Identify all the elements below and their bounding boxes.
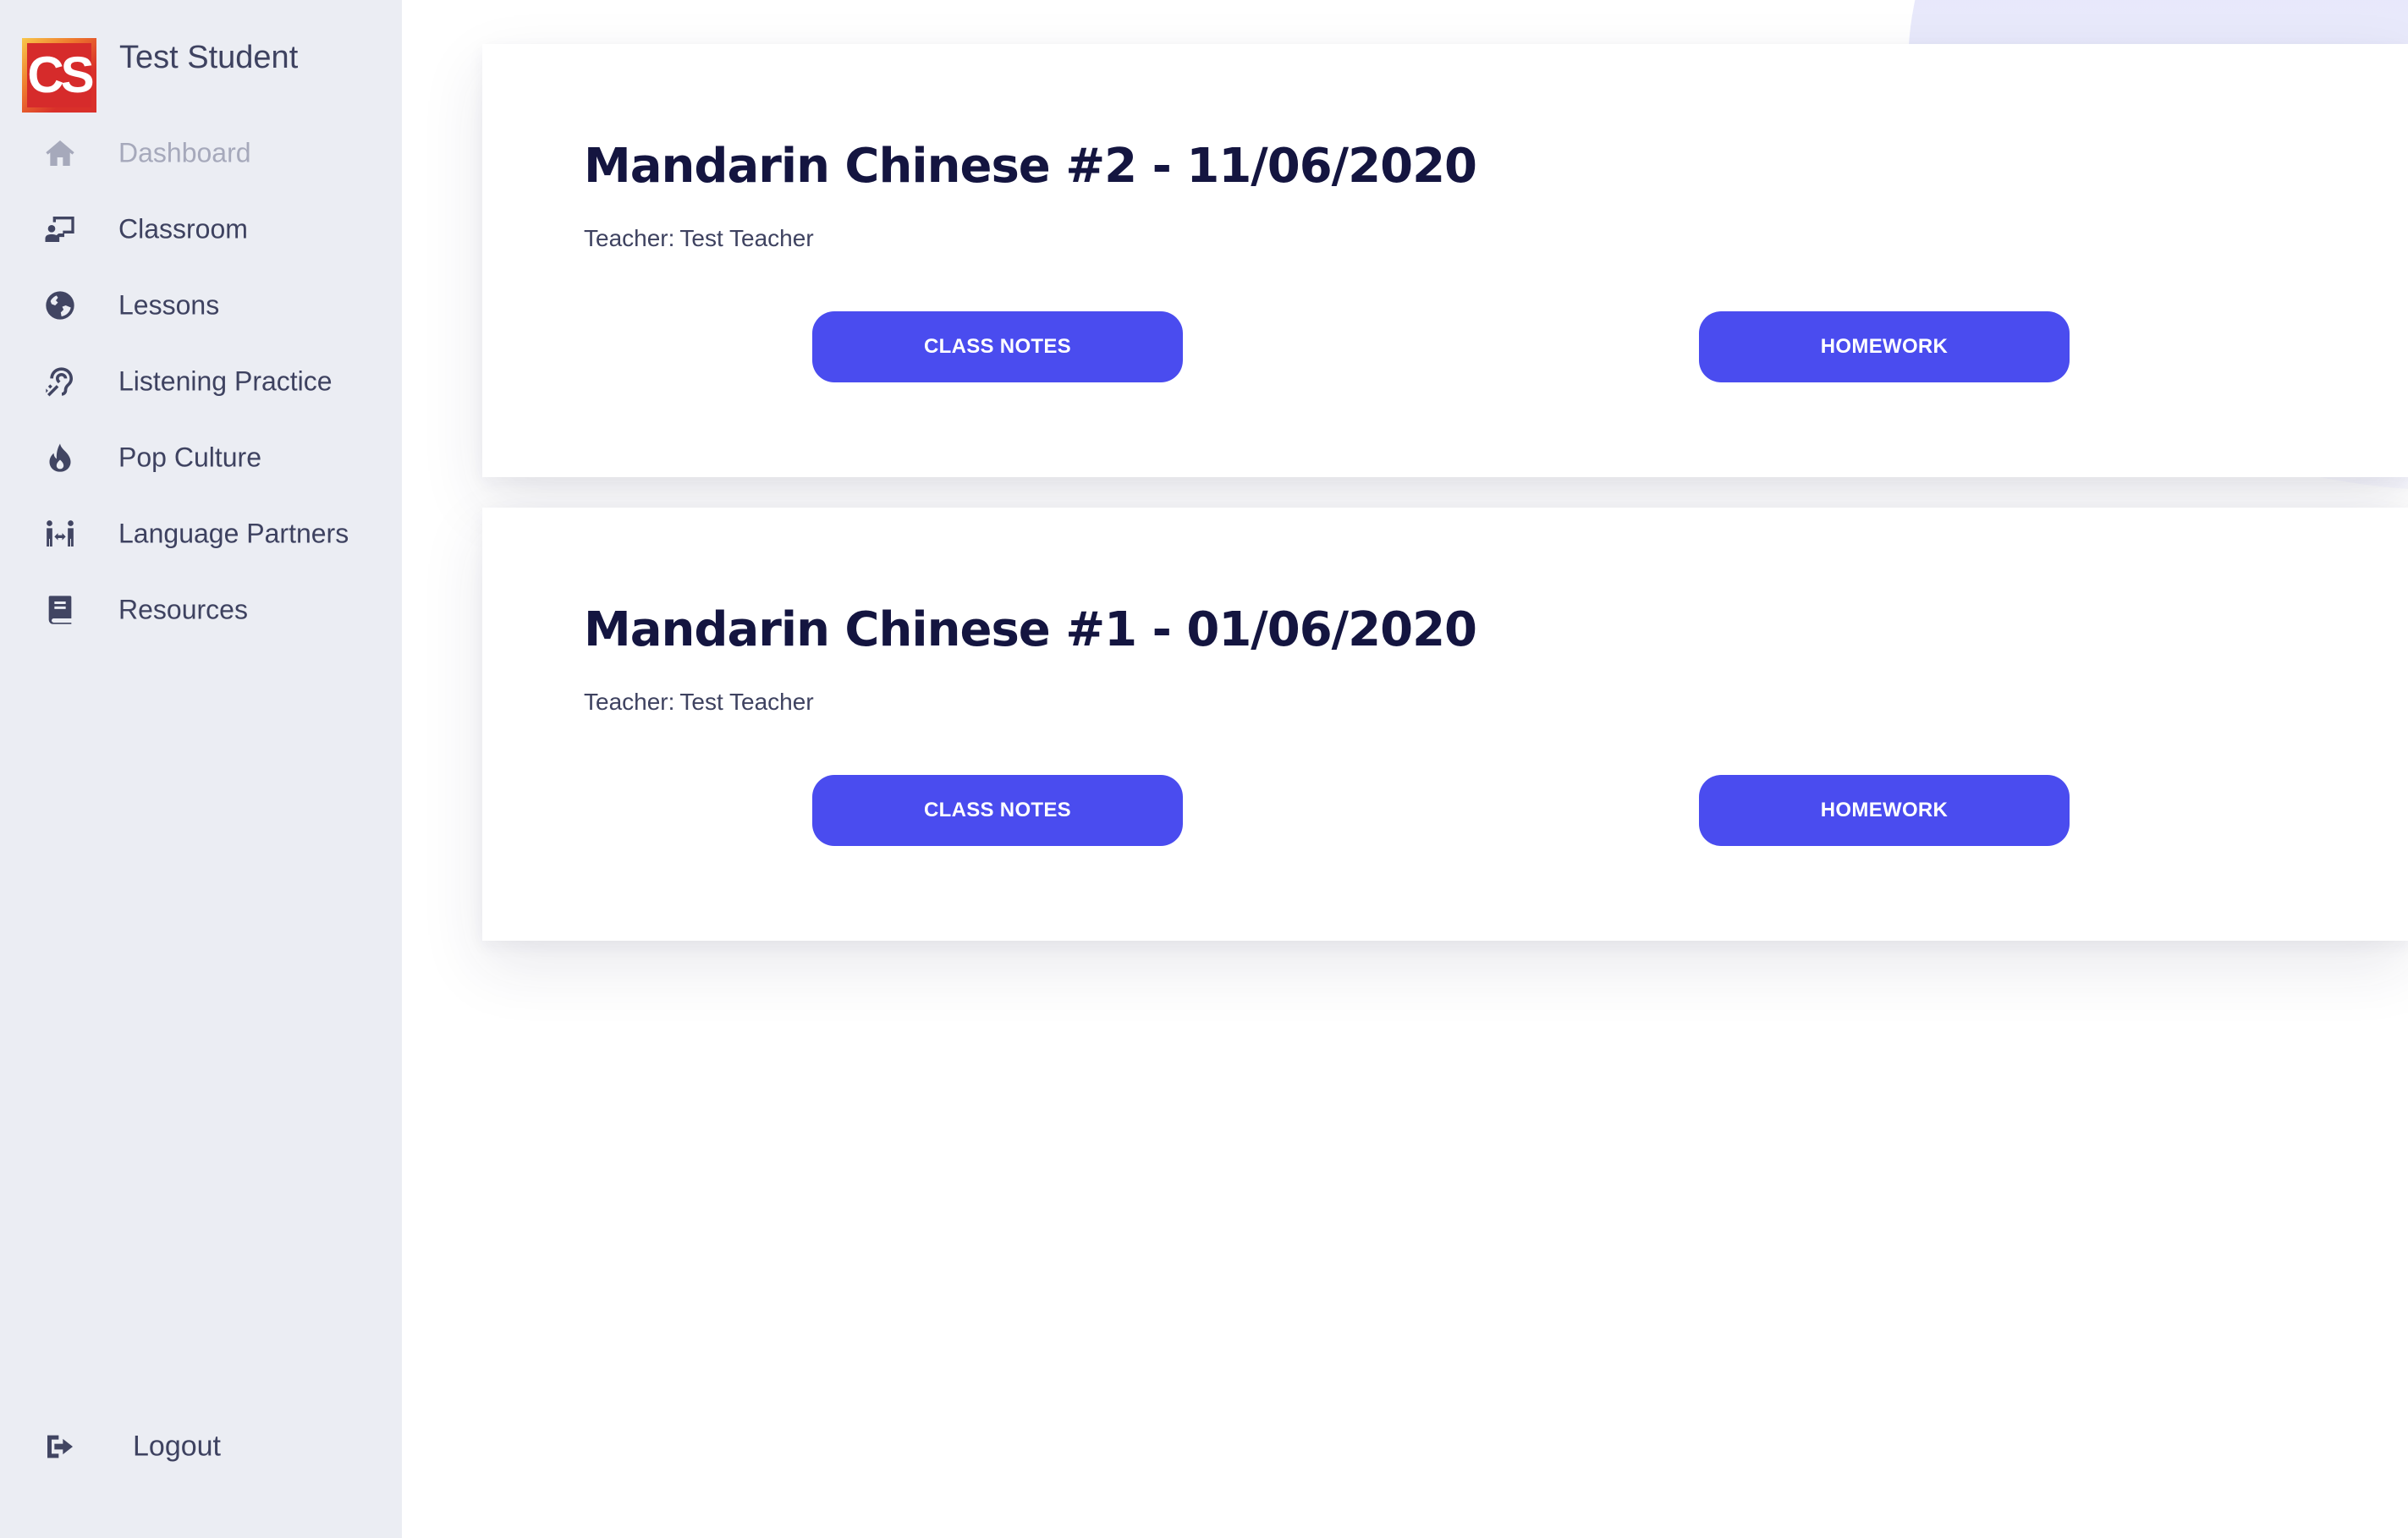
sidebar-item-pop-culture[interactable]: Pop Culture bbox=[0, 428, 402, 487]
class-notes-button[interactable]: CLASS NOTES bbox=[812, 311, 1183, 382]
logout-label: Logout bbox=[133, 1430, 221, 1463]
fire-icon bbox=[42, 440, 78, 475]
logout-button[interactable]: Logout bbox=[0, 1417, 402, 1476]
lesson-teacher: Teacher: Test Teacher bbox=[584, 225, 814, 252]
sidebar-item-lessons[interactable]: Lessons bbox=[0, 276, 402, 335]
people-arrows-icon bbox=[42, 516, 78, 552]
teacher-label: Teacher: bbox=[584, 689, 675, 715]
main-content: Mandarin Chinese #2 - 11/06/2020 Teacher… bbox=[402, 0, 2408, 1538]
homework-button[interactable]: HOMEWORK bbox=[1699, 311, 2070, 382]
brand: CS Test Student bbox=[22, 38, 298, 113]
assistive-listening-icon bbox=[42, 364, 78, 399]
sidebar-item-language-partners[interactable]: Language Partners bbox=[0, 504, 402, 563]
globe-icon bbox=[42, 288, 78, 323]
lesson-title: Mandarin Chinese #2 - 11/06/2020 bbox=[584, 139, 1477, 194]
sign-out-icon bbox=[42, 1429, 78, 1464]
lesson-title: Mandarin Chinese #1 - 01/06/2020 bbox=[584, 602, 1477, 657]
homework-button[interactable]: HOMEWORK bbox=[1699, 775, 2070, 846]
home-icon bbox=[42, 135, 78, 171]
lesson-teacher: Teacher: Test Teacher bbox=[584, 689, 814, 716]
app-root: CS Test Student Dashboard Classroom Less… bbox=[0, 0, 2408, 1538]
lesson-card: Mandarin Chinese #2 - 11/06/2020 Teacher… bbox=[482, 44, 2408, 477]
sidebar-item-classroom[interactable]: Classroom bbox=[0, 200, 402, 259]
sidebar-item-resources[interactable]: Resources bbox=[0, 580, 402, 640]
logo[interactable]: CS bbox=[22, 38, 96, 113]
sidebar-item-label: Language Partners bbox=[118, 518, 349, 549]
user-name: Test Student bbox=[119, 40, 299, 75]
sidebar-item-label: Resources bbox=[118, 594, 248, 625]
book-icon bbox=[42, 592, 78, 628]
sidebar-item-dashboard[interactable]: Dashboard bbox=[0, 124, 402, 183]
teacher-name: Test Teacher bbox=[679, 689, 814, 715]
teacher-label: Teacher: bbox=[584, 225, 675, 251]
sidebar-item-label: Listening Practice bbox=[118, 365, 333, 397]
sidebar-item-label: Classroom bbox=[118, 213, 248, 244]
logo-text: CS bbox=[27, 43, 95, 107]
sidebar-item-label: Dashboard bbox=[118, 137, 251, 168]
teacher-name: Test Teacher bbox=[679, 225, 814, 251]
lesson-card: Mandarin Chinese #1 - 01/06/2020 Teacher… bbox=[482, 508, 2408, 941]
sidebar: CS Test Student Dashboard Classroom Less… bbox=[0, 0, 402, 1538]
classroom-icon bbox=[42, 211, 78, 247]
sidebar-item-label: Lessons bbox=[118, 289, 220, 321]
class-notes-button[interactable]: CLASS NOTES bbox=[812, 775, 1183, 846]
sidebar-item-label: Pop Culture bbox=[118, 442, 261, 473]
sidebar-item-listening-practice[interactable]: Listening Practice bbox=[0, 352, 402, 411]
